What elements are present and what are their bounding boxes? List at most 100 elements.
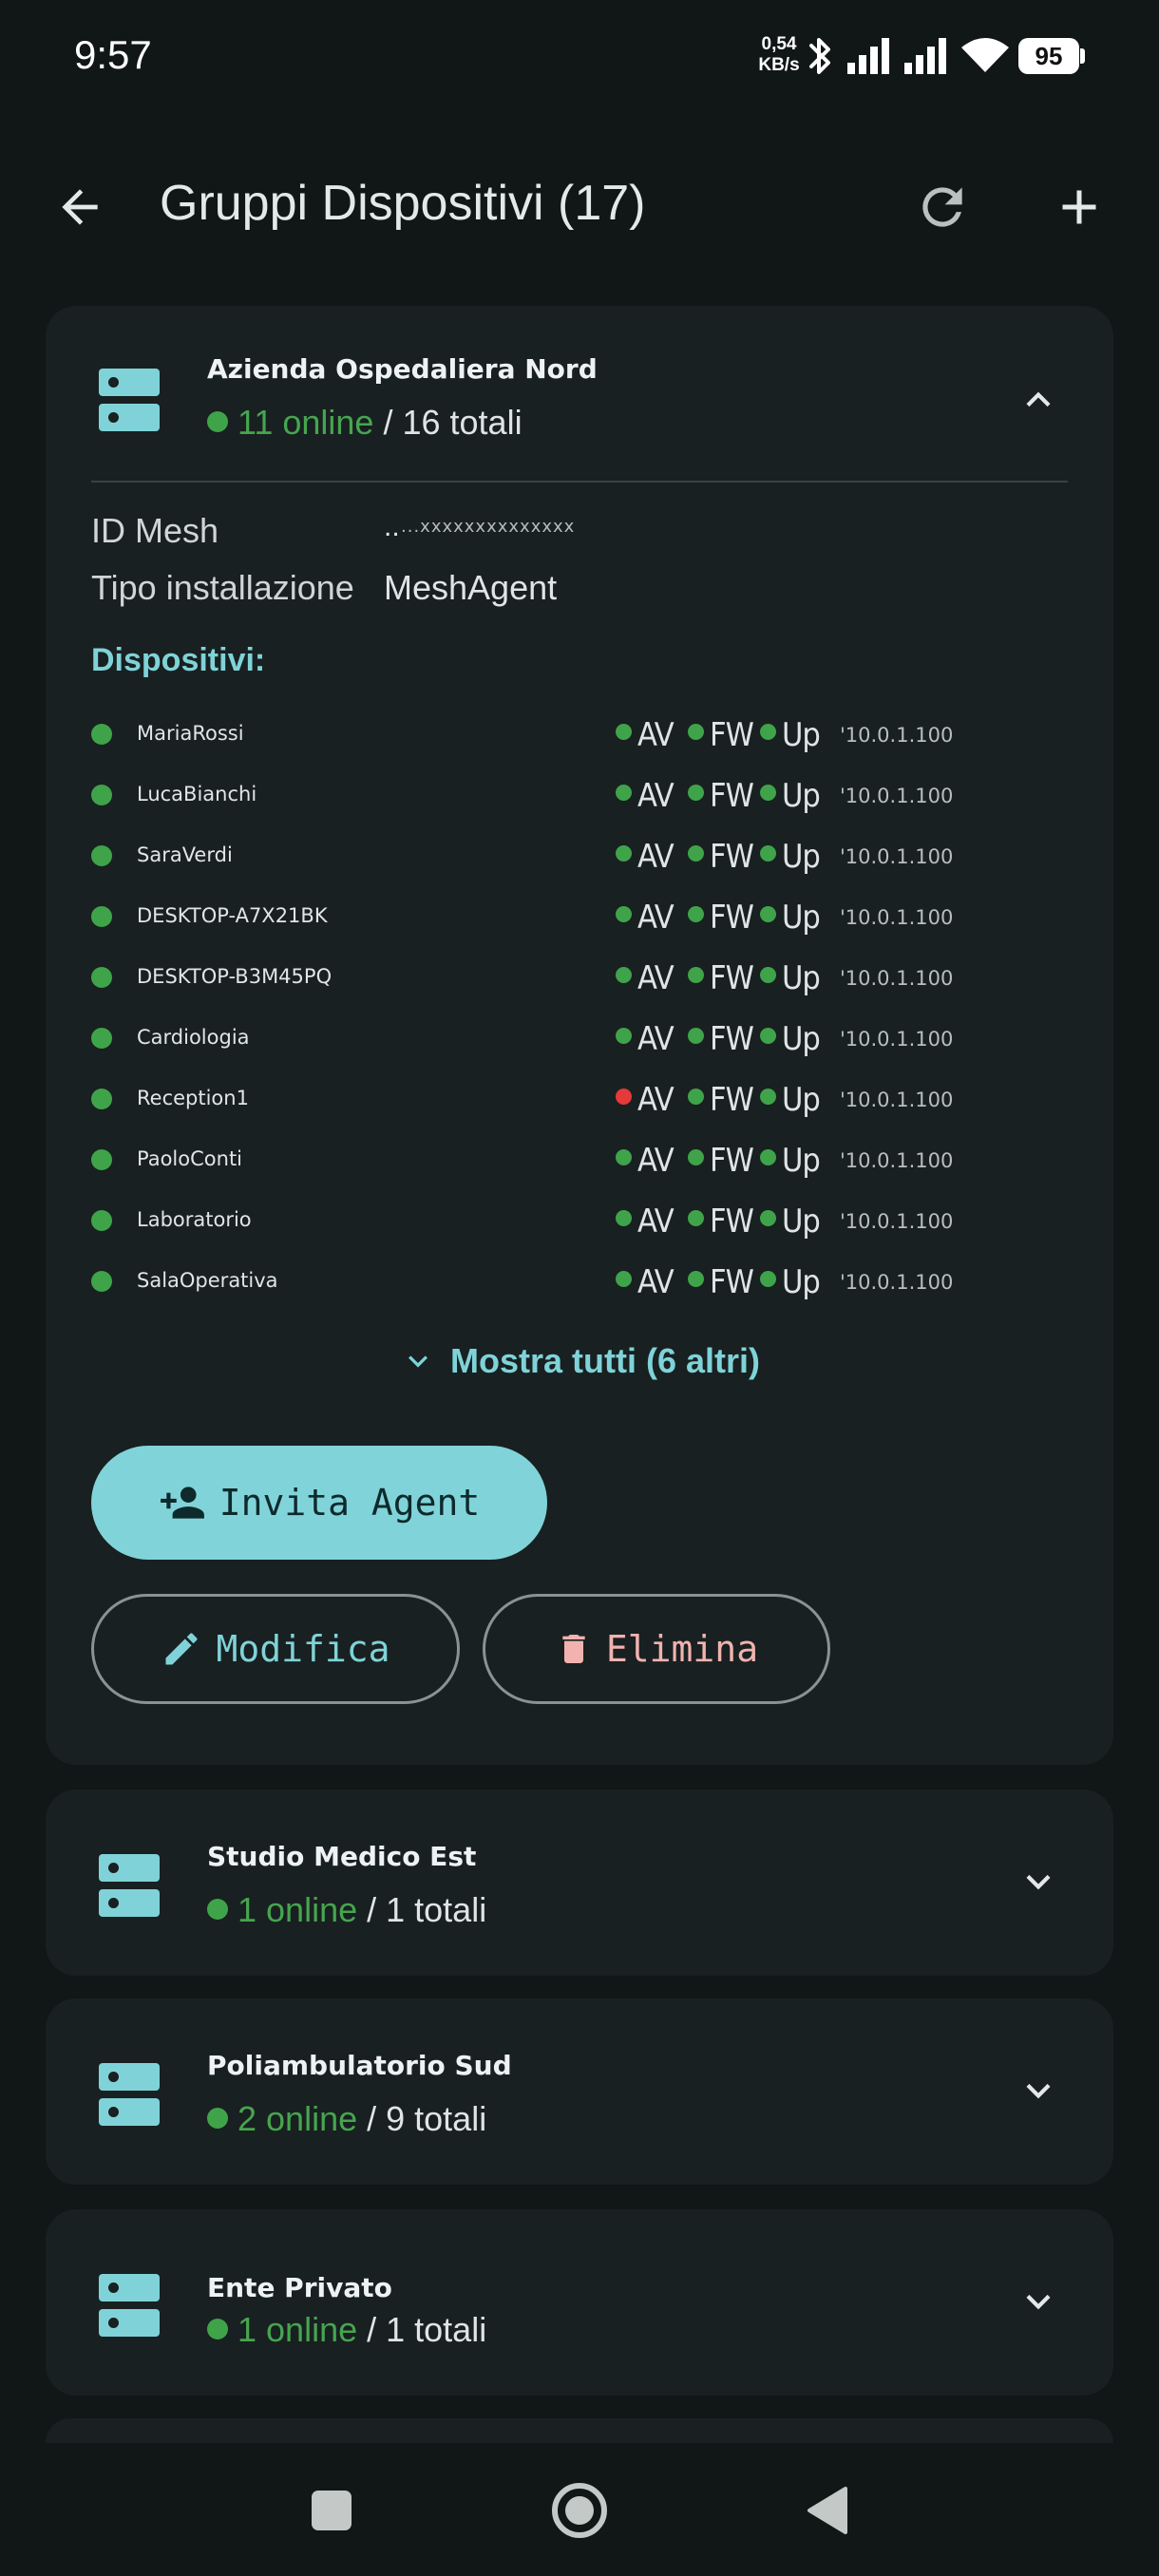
updates-label: Up (782, 959, 821, 997)
firewall-status: FW (688, 1263, 754, 1301)
chevron-down-icon[interactable] (1015, 2278, 1062, 2325)
devices-title: Dispositivi: (91, 642, 266, 678)
online-count: 1 online (238, 2310, 358, 2349)
antivirus-status: AV (616, 959, 674, 997)
updates-label: Up (782, 1020, 821, 1058)
group-card-header[interactable]: Azienda Ospedaliera Nord 11 online / 16 … (46, 306, 1113, 492)
device-online-dot (91, 845, 112, 866)
refresh-icon (922, 187, 962, 227)
antivirus-dot (616, 906, 632, 922)
updates-dot (760, 906, 776, 922)
antivirus-label: AV (637, 1020, 674, 1058)
antivirus-label: AV (637, 838, 674, 876)
antivirus-status: AV (616, 1263, 674, 1301)
battery-icon: 95 (1018, 38, 1079, 74)
total-count: / 9 totali (367, 2099, 487, 2138)
device-row[interactable]: LucaBianchi AV FW Up '10.0.1.100 (46, 764, 1113, 824)
refresh-button[interactable] (904, 169, 980, 245)
show-all-button[interactable]: Mostra tutti (6 altri) (46, 1328, 1113, 1394)
invite-agent-label: Invita Agent (218, 1482, 481, 1524)
group-status: 2 online / 9 totali (207, 2099, 486, 2139)
trash-icon (562, 1635, 585, 1663)
updates-dot (760, 845, 776, 862)
firewall-label: FW (710, 1020, 754, 1058)
device-online-dot (91, 724, 112, 745)
device-ip: '10.0.1.100 (840, 1271, 954, 1294)
device-name: LucaBianchi (137, 783, 257, 805)
device-online-dot (91, 1271, 112, 1292)
firewall-status: FW (688, 959, 754, 997)
server-icon (99, 1854, 160, 1917)
invite-agent-button[interactable]: Invita Agent (91, 1446, 547, 1560)
total-count: / 1 totali (367, 2310, 487, 2349)
antivirus-label: AV (637, 1203, 674, 1241)
edit-button[interactable]: Modifica (91, 1594, 460, 1704)
device-online-dot (91, 785, 112, 805)
device-row[interactable]: DESKTOP-B3M45PQ AV FW Up '10.0.1.100 (46, 946, 1113, 1007)
status-bar: 9:57 0,54 KB/s 95 (0, 0, 1159, 114)
group-card[interactable]: Poliambulatorio Sud 2 online / 9 totali (46, 1998, 1113, 2185)
divider (91, 481, 1068, 483)
edit-label: Modifica (216, 1628, 390, 1670)
recents-square-icon (312, 2491, 352, 2530)
back-nav-button[interactable] (794, 2477, 861, 2544)
device-ip: '10.0.1.100 (840, 906, 954, 929)
chevron-down-icon[interactable] (1015, 2067, 1062, 2114)
antivirus-dot (616, 1271, 632, 1287)
back-button[interactable] (42, 169, 118, 245)
group-status: 1 online / 1 totali (207, 2310, 486, 2350)
firewall-dot (688, 1028, 704, 1044)
device-row[interactable]: Cardiologia AV FW Up '10.0.1.100 (46, 1007, 1113, 1068)
device-row[interactable]: Laboratorio AV FW Up '10.0.1.100 (46, 1189, 1113, 1250)
device-ip: '10.0.1.100 (840, 1089, 954, 1111)
antivirus-label: AV (637, 1263, 674, 1301)
antivirus-label: AV (637, 716, 674, 754)
device-online-dot (91, 1028, 112, 1049)
install-type-value: MeshAgent (384, 568, 558, 607)
chevron-up-icon[interactable] (1015, 376, 1062, 424)
device-ip: '10.0.1.100 (840, 785, 954, 807)
firewall-dot (688, 1271, 704, 1287)
device-name: DESKTOP-B3M45PQ (137, 965, 332, 988)
mesh-id-label: ID Mesh (91, 511, 219, 550)
antivirus-status: AV (616, 899, 674, 937)
online-count: 2 online (238, 2099, 358, 2138)
device-row[interactable]: DESKTOP-A7X21BK AV FW Up '10.0.1.100 (46, 885, 1113, 946)
device-row[interactable]: PaoloConti AV FW Up '10.0.1.100 (46, 1128, 1113, 1189)
device-name: SalaOperativa (137, 1269, 278, 1292)
device-row[interactable]: MariaRossi AV FW Up '10.0.1.100 (46, 703, 1113, 764)
antivirus-status: AV (616, 777, 674, 815)
updates-dot (760, 1089, 776, 1105)
battery-tip (1080, 48, 1085, 64)
group-card[interactable]: Ente Privato 1 online / 1 totali (46, 2209, 1113, 2396)
group-card[interactable]: Studio Medico Est 1 online / 1 totali (46, 1790, 1113, 1976)
device-ip: '10.0.1.100 (840, 1028, 954, 1051)
page-title: Gruppi Dispositivi (17) (160, 176, 646, 231)
device-row[interactable]: SalaOperativa AV FW Up '10.0.1.100 (46, 1250, 1113, 1311)
firewall-status: FW (688, 899, 754, 937)
device-row[interactable]: Reception1 AV FW Up '10.0.1.100 (46, 1068, 1113, 1128)
add-button[interactable] (1041, 169, 1117, 245)
updates-label: Up (782, 1081, 821, 1119)
delete-button[interactable]: Elimina (483, 1594, 830, 1704)
firewall-dot (688, 906, 704, 922)
home-button[interactable] (546, 2477, 613, 2544)
chevron-down-icon[interactable] (1015, 1858, 1062, 1905)
device-name: Laboratorio (137, 1208, 252, 1231)
device-row[interactable]: SaraVerdi AV FW Up '10.0.1.100 (46, 824, 1113, 885)
group-card-partial[interactable] (46, 2418, 1113, 2443)
updates-label: Up (782, 899, 821, 937)
total-count: / 16 totali (383, 403, 522, 442)
group-name: Studio Medico Est (207, 1841, 477, 1872)
antivirus-dot (616, 845, 632, 862)
device-name: MariaRossi (137, 722, 244, 745)
updates-label: Up (782, 716, 821, 754)
updates-status: Up (760, 1142, 821, 1180)
firewall-status: FW (688, 1142, 754, 1180)
server-icon (99, 369, 160, 431)
recents-button[interactable] (298, 2477, 365, 2544)
firewall-dot (688, 785, 704, 801)
antivirus-dot (616, 967, 632, 983)
updates-status: Up (760, 1203, 821, 1241)
antivirus-status: AV (616, 1142, 674, 1180)
